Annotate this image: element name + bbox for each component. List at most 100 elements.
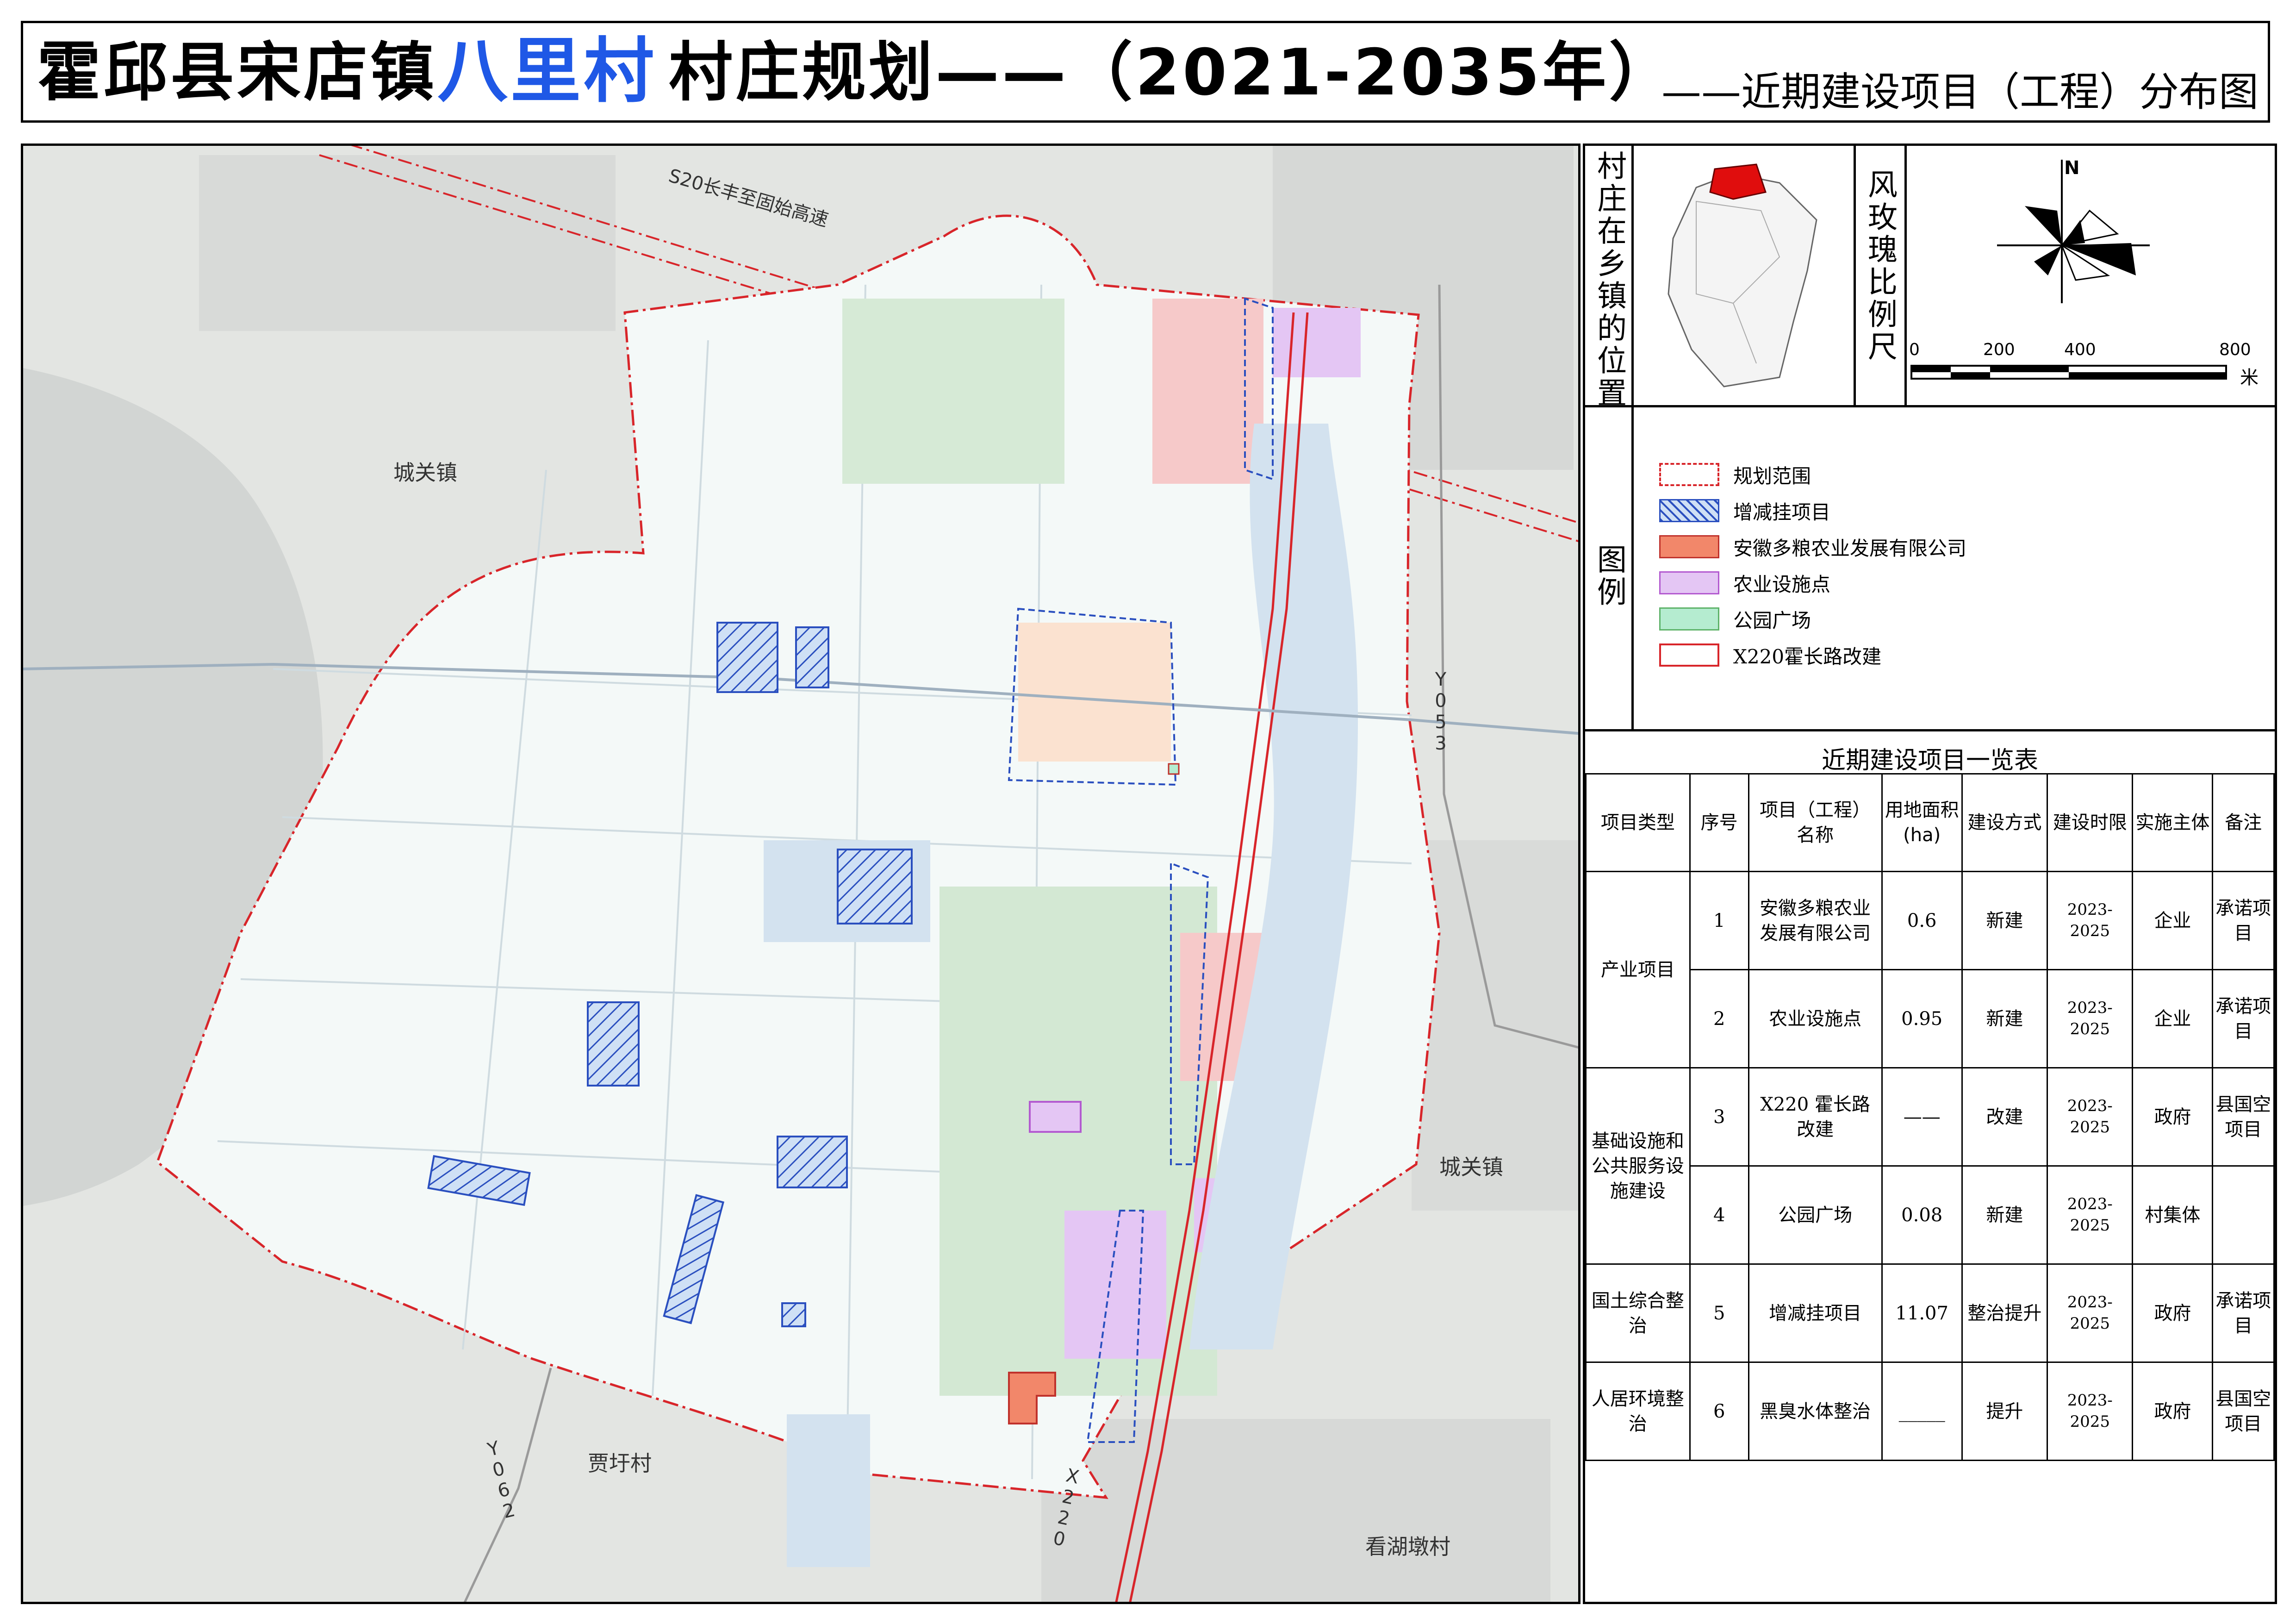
table-row: 基础设施和公共服务设施建设 3 X220 霍长路改建 —— 改建 2023-20… (1585, 1067, 2275, 1265)
header-no: 序号 (1689, 773, 1749, 872)
table-row: 国土综合整治 5 增减挂项目 11.07 整治提升 2023-2025 政府 承… (1585, 1263, 2275, 1363)
cell-period: 2023-2025 (2047, 1067, 2134, 1167)
land-swap-parcel (781, 1302, 806, 1327)
scale-tick-0: 0 (1909, 340, 1920, 359)
legend-item-company: 安徽多粮农业发展有限公司 (1659, 533, 1966, 561)
cell-note: 县国空项目 (2212, 1362, 2275, 1461)
cell-area: 11.07 (1881, 1263, 1963, 1363)
cell-area: _____ (1881, 1362, 1963, 1461)
cell-note: 承诺项目 (2212, 871, 2275, 970)
cell-no: 2 (1689, 969, 1749, 1068)
cell-name: 黑臭水体整治 (1748, 1362, 1883, 1461)
header-method: 建设方式 (1961, 773, 2048, 872)
header-area: 用地面积(ha) (1881, 773, 1963, 872)
map-canvas (23, 146, 1578, 1602)
title-bar: 霍邱县宋店镇 八里村 村庄规划——（2021-2035年） ——近期建设项目（工… (21, 21, 2270, 123)
pond (787, 1414, 870, 1567)
cell-no: 1 (1689, 871, 1749, 970)
urban-zone (199, 155, 616, 331)
village-highlight (1709, 163, 1767, 200)
cell-name: X220 霍长路改建 (1748, 1067, 1883, 1167)
road-swatch (1659, 643, 1719, 667)
legend-label: 安徽多粮农业发展有限公司 (1733, 537, 1967, 560)
scale-unit: 米 (2240, 367, 2259, 388)
cell-entity: 村集体 (2132, 1165, 2214, 1265)
scale-title: 风玫瑰比例尺 (1863, 169, 1897, 363)
land-swap-parcel (795, 626, 829, 688)
park-swatch (1659, 607, 1719, 631)
place-chengguan-east: 城关镇 (1439, 1155, 1503, 1180)
project-table: 项目类型 序号 项目（工程）名称 用地面积(ha) 建设方式 建设时限 实施主体… (1585, 773, 2275, 1461)
header-type: 项目类型 (1585, 773, 1691, 872)
category-land: 国土综合整治 (1585, 1263, 1691, 1363)
cell-no: 3 (1689, 1067, 1749, 1167)
cell-area: 0.95 (1881, 969, 1963, 1068)
y053-road-label: Y053 (1430, 669, 1451, 754)
category-infra: 基础设施和公共服务设施建设 (1585, 1067, 1691, 1265)
land-swap-parcel (716, 622, 778, 693)
cell-period: 2023-2025 (2047, 969, 2134, 1068)
agri-facility-parcel (1064, 1211, 1166, 1359)
title-village-name: 八里村 (437, 30, 657, 112)
land-swap-parcel (837, 849, 913, 924)
park-plaza (1168, 763, 1180, 775)
title-suffix: 村庄规划——（2021-2035年） (669, 35, 1676, 110)
cell-no: 4 (1689, 1165, 1749, 1265)
legend-item-agri-facility: 农业设施点 (1659, 569, 1830, 597)
cell-entity: 企业 (2132, 969, 2214, 1068)
legend-item-land-swap: 增减挂项目 (1659, 497, 1830, 525)
cell-note (2212, 1165, 2275, 1265)
cell-entity: 政府 (2132, 1263, 2214, 1363)
cell-period: 2023-2025 (2047, 1362, 2134, 1461)
legend-item-road: X220霍长路改建 (1659, 641, 1881, 669)
cell-method: 新建 (1961, 969, 2048, 1068)
cell-name: 增减挂项目 (1748, 1263, 1883, 1363)
cell-method: 新建 (1961, 1165, 2048, 1265)
cell-method: 改建 (1961, 1067, 2048, 1167)
agri-facility-parcel (1273, 308, 1361, 377)
scale-tick-800: 800 (2219, 340, 2251, 359)
legend-label: 增减挂项目 (1733, 500, 1831, 524)
legend-item-boundary: 规划范围 (1659, 461, 1811, 488)
north-label: N (2064, 157, 2080, 179)
legend-label: 农业设施点 (1733, 573, 1831, 596)
cell-entity: 企业 (2132, 871, 2214, 970)
category-living: 人居环境整治 (1585, 1362, 1691, 1461)
table-row: 产业项目 1 安徽多粮农业发展有限公司 0.6 新建 2023-2025 企业 … (1585, 871, 2275, 1068)
header-name: 项目（工程）名称 (1748, 773, 1883, 872)
legend-item-park: 公园广场 (1659, 605, 1811, 633)
residential-parcel (1018, 623, 1171, 762)
cell-name: 安徽多粮农业发展有限公司 (1748, 871, 1883, 970)
cell-no: 6 (1689, 1362, 1749, 1461)
agri-facility-point (1029, 1101, 1082, 1133)
urban-zone (1041, 1419, 1550, 1602)
land-swap-parcel (777, 1136, 848, 1188)
right-panel: 村庄在乡镇的位置 风玫瑰比例尺 N 0 200 400 800 米 图例 规划范… (1583, 144, 2277, 1604)
cell-period: 2023-2025 (2047, 871, 2134, 970)
title-subtitle: ——近期建设项目（工程）分布图 (1661, 69, 2259, 115)
cell-no: 5 (1689, 1263, 1749, 1363)
agri-swatch (1659, 571, 1719, 594)
farmland-north (842, 299, 1064, 484)
construction-parcel (1152, 299, 1263, 484)
land-swap-parcel (587, 1001, 640, 1087)
township-location-map (1668, 163, 1817, 387)
legend-label: 公园广场 (1733, 609, 1811, 632)
place-kanhudun-village: 看湖墩村 (1365, 1534, 1450, 1559)
header-entity: 实施主体 (2132, 773, 2214, 872)
hatch-swatch (1659, 499, 1719, 522)
cell-method: 提升 (1961, 1362, 2048, 1461)
place-jiayu-village: 贾圩村 (588, 1451, 652, 1476)
cell-note: 承诺项目 (2212, 1263, 2275, 1363)
header-period: 建设时限 (2047, 773, 2134, 872)
cell-note: 承诺项目 (2212, 969, 2275, 1068)
category-industry: 产业项目 (1585, 871, 1691, 1068)
cell-method: 新建 (1961, 871, 2048, 970)
table-row: 人居环境整治 6 黑臭水体整治 _____ 提升 2023-2025 政府 县国… (1585, 1362, 2275, 1461)
location-title: 村庄在乡镇的位置 (1592, 150, 1626, 410)
place-chengguan-west: 城关镇 (393, 460, 457, 485)
cell-note: 县国空项目 (2212, 1067, 2275, 1167)
cell-area: 0.08 (1881, 1165, 1963, 1265)
scale-tick-400: 400 (2064, 340, 2096, 359)
legend-label: X220霍长路改建 (1733, 645, 1882, 668)
